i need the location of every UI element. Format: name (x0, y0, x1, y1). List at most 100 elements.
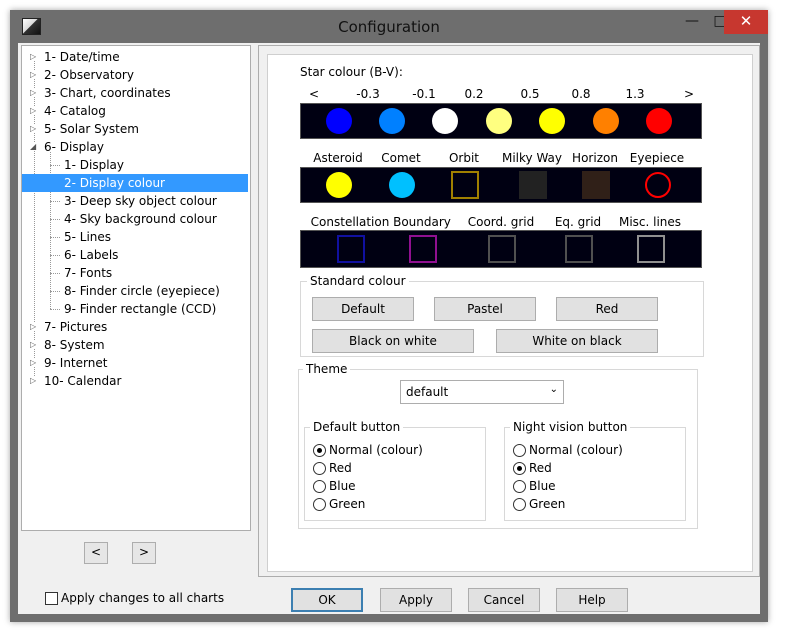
settings-tree[interactable]: ▷ 1- Date/time ▷ 2- Observatory ▷ 3- Chart, c… (21, 45, 251, 564)
tree-item[interactable]: 1- Date/time (44, 48, 120, 66)
star-colour-swatch[interactable] (432, 108, 458, 134)
star-colour-title: Star colour (B-V): (300, 65, 403, 79)
standard-colour-title: Standard colour (307, 274, 409, 288)
line-colour-label: Misc. lines (618, 215, 682, 229)
radio-button[interactable] (313, 480, 326, 493)
expand-arrow-icon[interactable]: ▷ (30, 70, 39, 79)
tree-item[interactable]: 6- Labels (22, 246, 118, 264)
expand-arrow-icon[interactable]: ▷ (30, 124, 39, 133)
tree-item[interactable]: 2- Observatory (44, 66, 134, 84)
radio-label: Blue (529, 479, 556, 493)
previous-page-button[interactable]: < (84, 542, 108, 564)
tree-item[interactable]: 9- Internet (44, 354, 107, 372)
tree-item[interactable]: 9- Finder rectangle (CCD) (22, 300, 216, 318)
expand-arrow-icon[interactable]: ▷ (30, 358, 39, 367)
white-on-black-button[interactable]: White on black (496, 329, 658, 353)
tree-item[interactable]: 8- Finder circle (eyepiece) (22, 282, 220, 300)
line-colour-swatch[interactable] (409, 235, 437, 263)
cancel-button[interactable]: Cancel (468, 588, 540, 612)
bv-scale-label: < (308, 87, 320, 101)
expand-arrow-icon[interactable]: ▷ (30, 52, 39, 61)
star-colour-swatch[interactable] (539, 108, 565, 134)
help-button[interactable]: Help (556, 588, 628, 612)
star-colour-swatch[interactable] (593, 108, 619, 134)
tree-item[interactable]: 5- Lines (22, 228, 111, 246)
star-colour-swatch[interactable] (486, 108, 512, 134)
default-button-group: Default button Normal (colour) Red Blue Gre… (304, 420, 486, 521)
object-colour-label: Comet (381, 151, 421, 165)
tree-item[interactable]: 4- Sky background colour (22, 210, 217, 228)
radio-button[interactable] (513, 498, 526, 511)
apply-all-checkbox[interactable] (45, 592, 58, 605)
radio-label: Green (529, 497, 566, 511)
tree-item[interactable]: 3- Chart, coordinates (44, 84, 171, 102)
radio-button[interactable] (513, 462, 526, 475)
tree-item[interactable]: 8- System (44, 336, 105, 354)
pastel-colour-button[interactable]: Pastel (434, 297, 536, 321)
line-colour-swatch[interactable] (565, 235, 593, 263)
star-colour-swatch[interactable] (326, 108, 352, 134)
expand-arrow-icon[interactable]: ▷ (30, 340, 39, 349)
object-colour-swatch[interactable] (645, 172, 671, 198)
radio-button[interactable] (313, 498, 326, 511)
object-colour-strip (300, 167, 702, 203)
title-bar: Configuration — □ ✕ (10, 10, 768, 43)
bv-scale-label: 0.5 (520, 87, 540, 101)
object-colour-swatch[interactable] (582, 171, 610, 199)
radio-label: Green (329, 497, 366, 511)
black-on-white-button[interactable]: Black on white (312, 329, 474, 353)
bv-scale-label: -0.3 (356, 87, 380, 101)
ok-button[interactable]: OK (291, 588, 363, 612)
object-colour-swatch[interactable] (519, 171, 547, 199)
tree-item[interactable]: 5- Solar System (44, 120, 139, 138)
expand-arrow-icon[interactable]: ▷ (30, 376, 39, 385)
object-colour-swatch[interactable] (326, 172, 352, 198)
tree-item[interactable]: 10- Calendar (44, 372, 121, 390)
tree-item[interactable]: 2- Display colour (22, 174, 248, 192)
object-colour-swatch[interactable] (389, 172, 415, 198)
default-button-title: Default button (310, 420, 404, 434)
line-colour-swatch[interactable] (488, 235, 516, 263)
close-button[interactable]: ✕ (724, 10, 768, 34)
tree-item[interactable]: 7- Fonts (22, 264, 112, 282)
next-page-button[interactable]: > (132, 542, 156, 564)
collapse-arrow-icon[interactable]: ◢ (30, 142, 39, 151)
expand-arrow-icon[interactable]: ▷ (30, 88, 39, 97)
object-colour-swatch[interactable] (451, 171, 479, 199)
tree-item[interactable]: 7- Pictures (44, 318, 107, 336)
star-colour-swatches (326, 108, 672, 134)
radio-button[interactable] (513, 480, 526, 493)
apply-all-label: Apply changes to all charts (61, 591, 225, 605)
star-colour-swatch[interactable] (646, 108, 672, 134)
bv-scale-label: 0.2 (464, 87, 484, 101)
tree-item[interactable]: 1- Display (22, 156, 124, 174)
red-colour-button[interactable]: Red (556, 297, 658, 321)
tree-item[interactable]: 3- Deep sky object colour (22, 192, 217, 210)
apply-button[interactable]: Apply (380, 588, 452, 612)
window-title: Configuration (338, 18, 440, 36)
radio-button[interactable] (513, 444, 526, 457)
minimize-button[interactable]: — (678, 10, 706, 34)
display-colour-panel: Star colour (B-V): < -0.3 -0.1 0.2 0.5 0.8 1.3… (258, 45, 760, 577)
line-colour-swatch[interactable] (337, 235, 365, 263)
line-colour-swatch[interactable] (637, 235, 665, 263)
theme-select[interactable]: default ⌄ (400, 380, 564, 404)
theme-title: Theme (303, 362, 351, 376)
expand-arrow-icon[interactable]: ▷ (30, 106, 39, 115)
object-colour-label: Eyepiece (629, 151, 685, 165)
bv-scale-label: -0.1 (412, 87, 436, 101)
line-colour-label: Constellation (310, 215, 390, 229)
star-colour-strip (300, 103, 702, 139)
night-vision-button-title: Night vision button (510, 420, 631, 434)
tree-item[interactable]: 4- Catalog (44, 102, 106, 120)
expand-arrow-icon[interactable]: ▷ (30, 322, 39, 331)
radio-button[interactable] (313, 444, 326, 457)
theme-group: Theme default ⌄ Default button Normal (c… (298, 362, 698, 529)
star-colour-swatch[interactable] (379, 108, 405, 134)
default-colour-button[interactable]: Default (312, 297, 414, 321)
tree-item[interactable]: 6- Display (44, 138, 104, 156)
radio-button[interactable] (313, 462, 326, 475)
panel-splitter[interactable] (251, 45, 254, 575)
line-colour-swatches (337, 235, 665, 263)
night-vision-button-group: Night vision button Normal (colour) Red Bl… (504, 420, 686, 521)
